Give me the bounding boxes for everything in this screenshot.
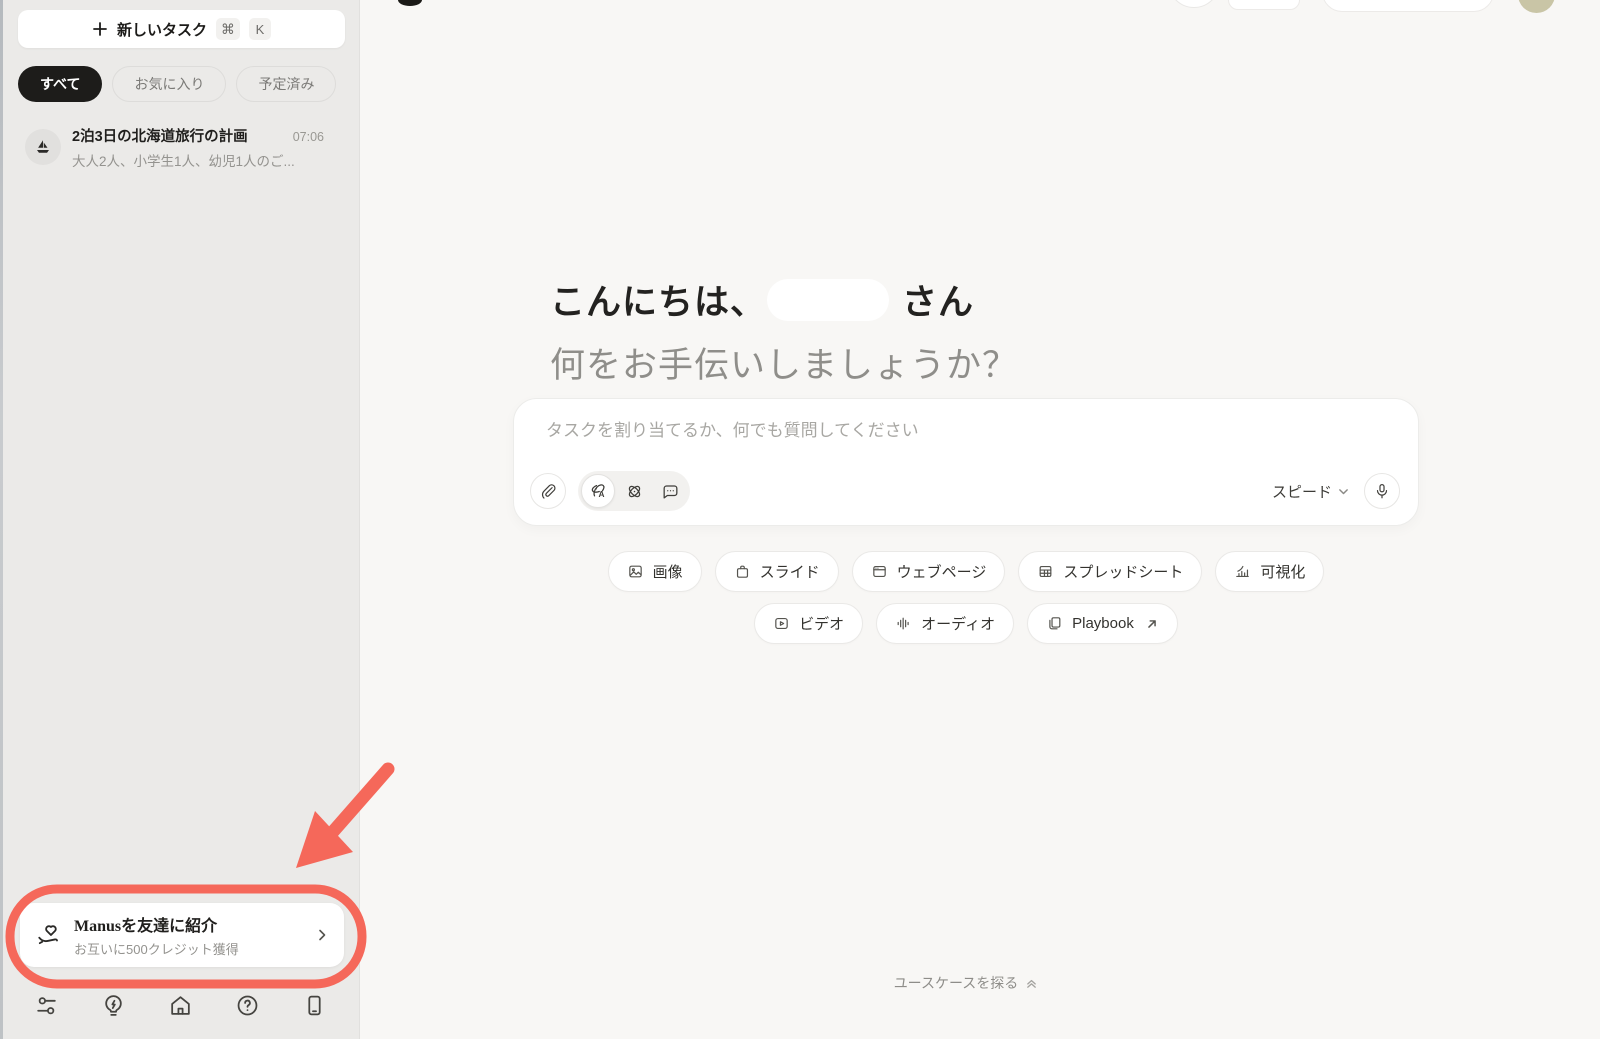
chip-label: Playbook bbox=[1072, 615, 1134, 632]
chip-video[interactable]: ビデオ bbox=[754, 603, 863, 644]
task-time: 07:06 bbox=[293, 130, 324, 144]
window-edge bbox=[0, 0, 3, 1039]
lightbulb-bolt-icon bbox=[101, 993, 126, 1018]
composer-right-controls: スピード bbox=[1272, 473, 1400, 509]
browser-window-icon bbox=[871, 563, 888, 580]
chevron-right-icon bbox=[314, 927, 330, 943]
composer: A bbox=[513, 398, 1419, 526]
user-avatar[interactable] bbox=[1518, 0, 1555, 13]
sidebar: 新しいタスク ⌘ K すべて お気に入り 予定済み 2泊3日の北海道旅行の計画 … bbox=[0, 0, 360, 1039]
help-button[interactable] bbox=[233, 991, 261, 1019]
manus-logo-partial bbox=[398, 0, 422, 6]
topbar-button-partial[interactable] bbox=[1168, 0, 1220, 8]
chip-image[interactable]: 画像 bbox=[608, 551, 702, 592]
greeting: こんにちは、 さん 何をお手伝いしましょうか？ bbox=[550, 274, 1018, 388]
chip-audio[interactable]: オーディオ bbox=[876, 603, 1014, 644]
filter-all[interactable]: すべて bbox=[18, 66, 102, 102]
home-icon bbox=[168, 993, 193, 1018]
referral-card[interactable]: Manusを友達に紹介 お互いに500クレジット獲得 bbox=[20, 903, 344, 967]
chip-label: ウェブページ bbox=[897, 561, 987, 582]
voice-input-button[interactable] bbox=[1364, 473, 1400, 509]
chip-playbook[interactable]: Playbook bbox=[1027, 603, 1178, 644]
greeting-question: 何をお手伝いしましょうか？ bbox=[550, 337, 1018, 388]
rewards-button[interactable] bbox=[99, 991, 127, 1019]
chip-visualization[interactable]: 可視化 bbox=[1215, 551, 1324, 592]
image-icon bbox=[627, 563, 644, 580]
phone-icon bbox=[302, 993, 327, 1018]
arrow-up-right-icon bbox=[1145, 617, 1159, 631]
task-subtitle: 大人2人、小学生1人、幼児1人のご... bbox=[72, 150, 324, 170]
new-task-button[interactable]: 新しいタスク ⌘ K bbox=[18, 10, 345, 48]
paperclip-icon bbox=[539, 482, 557, 500]
topbar-large-button-partial[interactable] bbox=[1322, 0, 1494, 12]
explore-use-cases[interactable]: ユースケースを探る bbox=[513, 973, 1419, 993]
explore-label: ユースケースを探る bbox=[894, 973, 1019, 993]
referral-title: Manusを友達に紹介 bbox=[74, 912, 239, 936]
manus-app-window: 新しいタスク ⌘ K すべて お気に入り 予定済み 2泊3日の北海道旅行の計画 … bbox=[0, 0, 1600, 1039]
filter-favorites[interactable]: お気に入り bbox=[112, 66, 226, 102]
greeting-line1: こんにちは、 さん bbox=[550, 274, 1018, 325]
shortcut-k-key: K bbox=[249, 18, 271, 40]
sidebar-footer-nav bbox=[0, 991, 360, 1019]
attach-button[interactable] bbox=[530, 473, 566, 509]
agent-mode-button[interactable]: A bbox=[581, 474, 615, 508]
hand-heart-icon bbox=[36, 922, 62, 948]
adaptive-mode-button[interactable] bbox=[617, 474, 651, 508]
playbook-icon bbox=[1046, 615, 1063, 632]
help-circle-icon bbox=[235, 993, 260, 1018]
video-icon bbox=[773, 615, 790, 632]
microphone-icon bbox=[1373, 482, 1391, 500]
svg-text:A: A bbox=[598, 489, 604, 499]
task-list-item[interactable]: 2泊3日の北海道旅行の計画 07:06 大人2人、小学生1人、幼児1人のご... bbox=[10, 118, 350, 176]
greeting-suffix: さん bbox=[902, 274, 974, 325]
chat-bubble-icon bbox=[661, 482, 680, 501]
filter-scheduled[interactable]: 予定済み bbox=[236, 66, 336, 102]
chevrons-up-icon bbox=[1025, 977, 1038, 990]
spreadsheet-icon bbox=[1037, 563, 1054, 580]
sailboat-icon bbox=[34, 138, 52, 156]
bar-chart-icon bbox=[1234, 563, 1251, 580]
chip-label: 画像 bbox=[653, 561, 683, 582]
chip-label: スライド bbox=[760, 561, 820, 582]
chip-label: スプレッドシート bbox=[1063, 561, 1183, 582]
task-avatar bbox=[25, 129, 61, 165]
redacted-username bbox=[767, 279, 889, 321]
greeting-prefix: こんにちは、 bbox=[550, 274, 766, 325]
orbit-icon bbox=[625, 482, 644, 501]
waveform-icon bbox=[895, 615, 912, 632]
new-task-label: 新しいタスク bbox=[117, 19, 207, 40]
home-button[interactable] bbox=[166, 991, 194, 1019]
plus-icon bbox=[92, 21, 108, 37]
referral-subtitle: お互いに500クレジット獲得 bbox=[74, 939, 239, 958]
speed-mode-dropdown[interactable]: スピード bbox=[1272, 481, 1350, 502]
speed-mode-label: スピード bbox=[1272, 481, 1332, 502]
chip-label: 可視化 bbox=[1260, 561, 1305, 582]
task-filters: すべて お気に入り 予定済み bbox=[18, 66, 336, 102]
mobile-app-button[interactable] bbox=[300, 991, 328, 1019]
main-area: こんにちは、 さん 何をお手伝いしましょうか？ bbox=[360, 0, 1600, 1039]
topbar-small-button-partial[interactable] bbox=[1228, 0, 1300, 10]
chips-row-2: ビデオ オーディオ Playbook bbox=[754, 603, 1178, 644]
settings-button[interactable] bbox=[32, 991, 60, 1019]
task-title: 2泊3日の北海道旅行の計画 bbox=[72, 125, 248, 146]
chip-webpage[interactable]: ウェブページ bbox=[852, 551, 1006, 592]
mode-switcher: A bbox=[578, 471, 690, 511]
task-body: 2泊3日の北海道旅行の計画 07:06 大人2人、小学生1人、幼児1人のご... bbox=[72, 125, 324, 170]
slides-icon bbox=[734, 563, 751, 580]
chat-mode-button[interactable] bbox=[653, 474, 687, 508]
composer-left-controls: A bbox=[530, 471, 690, 511]
capability-chips: 画像 スライド ウェブページ bbox=[513, 551, 1419, 644]
chip-label: ビデオ bbox=[799, 613, 844, 634]
chevron-down-icon bbox=[1337, 485, 1350, 498]
chip-spreadsheet[interactable]: スプレッドシート bbox=[1018, 551, 1202, 592]
referral-text: Manusを友達に紹介 お互いに500クレジット獲得 bbox=[74, 912, 239, 958]
composer-input[interactable] bbox=[546, 416, 1386, 462]
chip-label: オーディオ bbox=[921, 613, 995, 634]
agent-mode-icon: A bbox=[589, 482, 608, 501]
sliders-icon bbox=[34, 993, 59, 1018]
chip-slides[interactable]: スライド bbox=[715, 551, 839, 592]
chips-row-1: 画像 スライド ウェブページ bbox=[608, 551, 1325, 592]
shortcut-cmd-key: ⌘ bbox=[216, 18, 240, 40]
